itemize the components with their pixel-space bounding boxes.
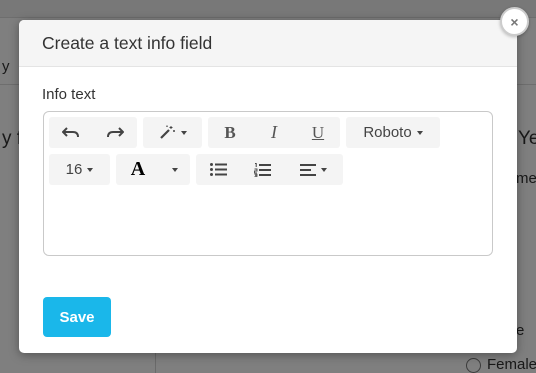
chevron-down-icon — [321, 167, 327, 172]
text-color-group: A — [116, 154, 190, 185]
close-modal-button[interactable]: × — [500, 7, 529, 36]
style-group — [143, 117, 202, 148]
font-name-value: Roboto — [363, 124, 412, 141]
redo-button[interactable] — [93, 117, 137, 148]
ordered-list-button[interactable] — [240, 154, 284, 185]
style-dropdown-button[interactable] — [143, 117, 202, 148]
rich-text-editor[interactable]: B I U Roboto 16 A — [43, 111, 493, 256]
underline-icon: U — [311, 122, 325, 142]
bold-icon: B — [224, 122, 236, 142]
info-text-label: Info text — [42, 86, 96, 103]
unordered-list-icon — [209, 163, 227, 176]
undo-icon — [62, 126, 79, 137]
align-dropdown-button[interactable] — [284, 154, 343, 185]
modal-header: Create a text info field — [19, 20, 517, 67]
text-color-icon: A — [130, 158, 146, 180]
font-size-group: 16 — [49, 154, 110, 185]
unordered-list-button[interactable] — [196, 154, 240, 185]
text-color-button[interactable]: A — [116, 154, 160, 185]
align-left-icon — [300, 163, 316, 176]
chevron-down-icon — [180, 130, 187, 135]
font-size-value: 16 — [65, 161, 83, 178]
undo-button[interactable] — [49, 117, 93, 148]
text-color-dropdown[interactable] — [160, 154, 190, 185]
chevron-down-icon — [416, 130, 423, 135]
font-name-dropdown[interactable]: Roboto — [346, 117, 440, 148]
italic-button[interactable]: I — [252, 117, 296, 148]
close-icon: × — [510, 13, 519, 30]
italic-icon: I — [271, 122, 277, 142]
modal-title: Create a text info field — [42, 33, 213, 53]
save-button[interactable]: Save — [43, 297, 111, 337]
history-group — [49, 117, 137, 148]
chevron-down-icon — [87, 167, 94, 172]
underline-button[interactable]: U — [296, 117, 340, 148]
ordered-list-icon — [253, 162, 271, 177]
create-text-info-modal: Create a text info field Info text B I U… — [19, 20, 517, 353]
bold-button[interactable]: B — [208, 117, 252, 148]
font-name-group: Roboto — [346, 117, 440, 148]
redo-icon — [107, 126, 124, 137]
chevron-down-icon — [172, 167, 178, 172]
font-size-dropdown[interactable]: 16 — [49, 154, 110, 185]
paragraph-group — [196, 154, 343, 185]
magic-wand-icon — [159, 125, 175, 139]
font-style-group: B I U — [208, 117, 340, 148]
